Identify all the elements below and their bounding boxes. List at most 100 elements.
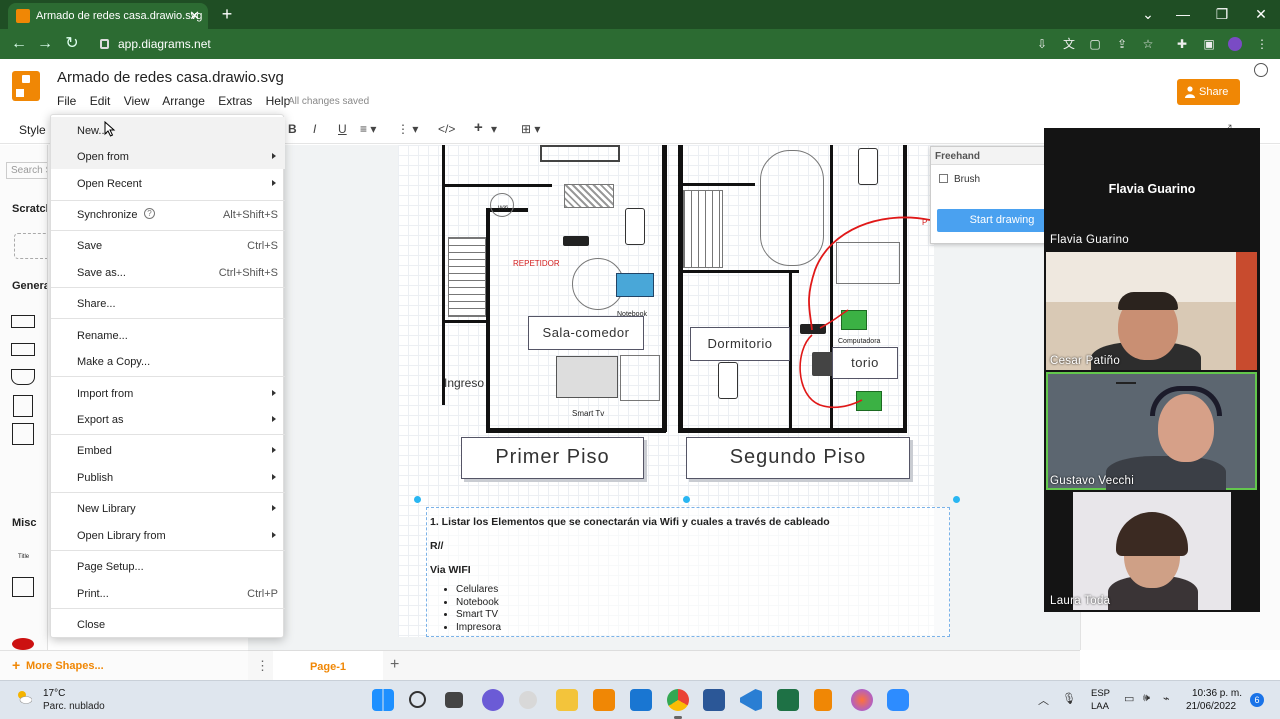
menu-item-make-copy[interactable]: Make a Copy... (51, 348, 285, 374)
language-globe-icon[interactable] (1254, 63, 1268, 77)
menu-item-save[interactable]: Save Ctrl+S (51, 232, 285, 258)
drawio-taskbar-icon[interactable] (593, 689, 615, 711)
keyboard-language[interactable]: ESP (1091, 688, 1110, 699)
install-app-icon[interactable]: ⇩ (1035, 37, 1049, 51)
menu-item-open-recent[interactable]: Open Recent (51, 170, 285, 196)
menu-item-new-library[interactable]: New Library (51, 495, 285, 521)
profile-avatar[interactable] (1228, 37, 1242, 51)
underline-button[interactable]: U (338, 122, 347, 136)
insert-dropdown-icon[interactable]: ▾ (491, 122, 497, 136)
page-tab-1[interactable]: Page-1 (273, 651, 383, 681)
display-icon[interactable]: ▭ (1124, 692, 1134, 705)
side-panel-icon[interactable]: ▣ (1202, 37, 1216, 51)
smart-tv-device[interactable] (556, 356, 618, 398)
file-explorer-icon[interactable] (556, 689, 578, 711)
minimize-button[interactable]: — (1168, 2, 1198, 26)
menu-arrange[interactable]: Arrange (162, 94, 205, 108)
menu-item-open-from[interactable]: Open from (51, 143, 285, 169)
segundo-piso-label[interactable]: Segundo Piso (686, 437, 910, 479)
translate-icon[interactable]: 文 (1062, 37, 1076, 51)
word-icon[interactable] (703, 689, 725, 711)
menu-item-embed[interactable]: Embed (51, 437, 285, 463)
menu-view[interactable]: View (124, 94, 150, 108)
phone-device[interactable] (625, 208, 645, 245)
more-shapes-bar[interactable]: + More Shapes... (0, 650, 248, 680)
menu-item-export-as[interactable]: Export as (51, 406, 285, 432)
menu-item-share[interactable]: Share... (51, 290, 285, 316)
align-left-icon[interactable]: ≡ ▾ (360, 122, 376, 136)
insert-plus-button[interactable]: + (474, 119, 483, 136)
menu-item-page-setup[interactable]: Page Setup... (51, 553, 285, 579)
zoom-icon[interactable] (887, 689, 909, 711)
italic-button[interactable]: I (313, 122, 316, 136)
microphone-icon[interactable]: 🎙︎ (1062, 692, 1076, 705)
menu-item-import-from[interactable]: Import from (51, 380, 285, 406)
help-icon[interactable]: ? (144, 208, 155, 219)
forward-arrow-icon[interactable]: → (34, 33, 56, 55)
primer-piso-label[interactable]: Primer Piso (461, 437, 644, 479)
router-device[interactable] (563, 236, 589, 246)
show-hidden-icons-chevron[interactable]: ︿ (1038, 692, 1049, 708)
phone-device-2[interactable] (858, 148, 878, 185)
dormitorio-label[interactable]: Dormitorio (690, 327, 790, 361)
menu-item-new[interactable]: New... (51, 117, 285, 143)
chrome-icon[interactable] (667, 689, 689, 711)
menu-item-open-library-from[interactable]: Open Library from (51, 522, 285, 548)
table-shape[interactable] (12, 577, 34, 597)
question-text-block[interactable]: 1. Listar los Elementos que se conectará… (426, 507, 950, 637)
maximize-button[interactable]: ❐ (1207, 2, 1237, 26)
sala-comedor-label[interactable]: Sala-comedor (528, 316, 644, 350)
start-windows-icon[interactable] (372, 689, 394, 711)
menu-item-rename[interactable]: Rename... (51, 322, 285, 348)
title-shape[interactable]: Title (18, 554, 29, 560)
cloud-shape[interactable] (12, 638, 34, 650)
search-icon[interactable] (409, 691, 426, 708)
browser-menu-icon[interactable]: ⋮ (1255, 37, 1269, 51)
firefox-icon[interactable] (851, 689, 873, 711)
html-code-button[interactable]: </> (438, 122, 455, 136)
menu-file[interactable]: File (57, 94, 76, 108)
weather-description[interactable]: Parc. nublado (43, 701, 105, 712)
browser-tab[interactable]: Armado de redes casa.drawio.svg ✕ (8, 3, 208, 29)
participant-tile[interactable]: Cesar Patiño (1046, 252, 1257, 370)
menu-help[interactable]: Help (266, 94, 291, 108)
format-more-icon[interactable]: ⋮ ▾ (397, 122, 418, 136)
misc-header[interactable]: Misc (12, 517, 36, 529)
selection-handle[interactable] (683, 496, 690, 503)
extensions-puzzle-icon[interactable]: ✚ (1175, 37, 1189, 51)
share-button[interactable]: Share (1177, 79, 1240, 105)
notification-badge[interactable]: 6 (1250, 693, 1264, 707)
widgets-icon[interactable] (519, 691, 537, 709)
rectangle-shape[interactable] (11, 315, 35, 328)
new-tab-button[interactable]: + (216, 3, 238, 25)
card-shape[interactable] (13, 395, 33, 417)
selection-handle[interactable] (953, 496, 960, 503)
shape-search-input[interactable]: Search S (6, 162, 47, 179)
clock-time[interactable]: 10:36 p. m. (1192, 688, 1242, 699)
partly-cloudy-icon[interactable] (16, 690, 32, 704)
table-icon[interactable]: ⊞ ▾ (521, 122, 540, 136)
clock-date[interactable]: 21/06/2022 (1186, 701, 1236, 712)
excel-icon[interactable] (777, 689, 799, 711)
add-page-button[interactable]: + (390, 656, 399, 674)
style-tab[interactable]: Style (19, 123, 46, 137)
menu-item-print[interactable]: Print... Ctrl+P (51, 580, 285, 606)
rectangle-shape-2[interactable] (11, 343, 35, 356)
menu-item-synchronize[interactable]: Synchronize? Alt+Shift+S (51, 201, 285, 227)
teams-chat-icon[interactable] (482, 689, 504, 711)
volume-icon[interactable]: 🕪︎ (1143, 692, 1150, 705)
url-field[interactable]: app.diagrams.net (92, 33, 1022, 55)
mail-icon[interactable] (630, 689, 652, 711)
tab-search-chevron-icon[interactable]: ⌄ (1133, 2, 1163, 26)
brush-checkbox[interactable] (939, 174, 948, 183)
menu-extras[interactable]: Extras (218, 94, 252, 108)
scratchpad-header[interactable]: Scratchp (12, 203, 47, 215)
bookmark-star-icon[interactable]: ☆ (1141, 37, 1155, 51)
brush-option[interactable]: Brush (939, 174, 980, 185)
reload-icon[interactable]: ↻ (61, 33, 83, 55)
vscode-icon[interactable] (740, 689, 762, 711)
laptop-device[interactable] (616, 273, 654, 297)
selection-handle[interactable] (414, 496, 421, 503)
menu-edit[interactable]: Edit (90, 94, 111, 108)
task-view-icon[interactable] (445, 692, 463, 708)
